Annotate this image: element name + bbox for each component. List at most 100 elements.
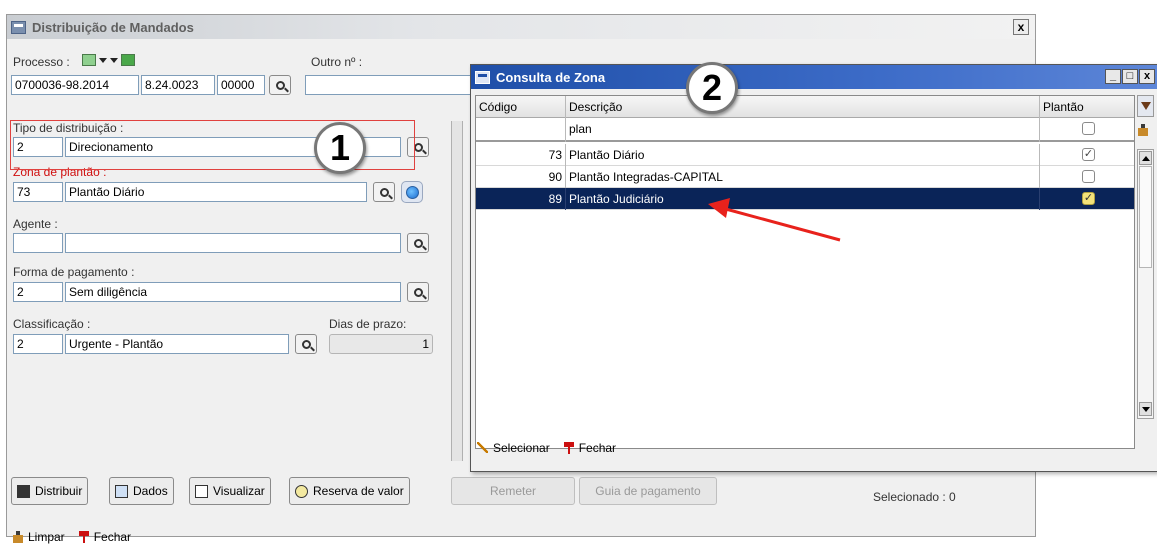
zona-grid: Código Descrição Plantão plan 73 Plantão…: [475, 95, 1135, 449]
data-icon: [115, 484, 128, 498]
process-type-icon[interactable]: [82, 54, 96, 66]
row-codigo: 73: [476, 144, 566, 166]
classificacao-search-button[interactable]: [295, 334, 317, 354]
column-header-codigo[interactable]: Código: [476, 96, 566, 118]
fechar-button[interactable]: Fechar: [78, 530, 132, 544]
preview-icon: [195, 484, 208, 498]
visualizar-button[interactable]: Visualizar: [189, 477, 271, 505]
row-descricao: Plantão Integradas-CAPITAL: [566, 166, 1040, 188]
outro-numero-field[interactable]: [305, 75, 471, 95]
money-icon: [295, 484, 308, 498]
filter-descricao[interactable]: plan: [566, 118, 1040, 142]
agente-field[interactable]: [65, 233, 401, 253]
chevron-down-icon[interactable]: [110, 57, 118, 63]
processo-field-3[interactable]: 00000: [217, 75, 265, 95]
scroll-down-arrow[interactable]: [1139, 402, 1152, 416]
main-titlebar: Distribuição de Mandados x: [7, 15, 1035, 39]
agente-search-button[interactable]: [407, 233, 429, 253]
dialog-title: Consulta de Zona: [496, 69, 606, 85]
chevron-down-icon[interactable]: [99, 57, 107, 63]
selecionar-label: Selecionar: [493, 441, 550, 455]
processo-search-button[interactable]: [269, 75, 291, 95]
forma-pagamento-field[interactable]: Sem diligência: [65, 282, 401, 302]
plantao-checkbox-checked[interactable]: ✓: [1082, 148, 1095, 161]
classificacao-field[interactable]: Urgente - Plantão: [65, 334, 289, 354]
consulta-zona-dialog: Consulta de Zona _ □ x Código Descrição …: [470, 64, 1157, 472]
distribuir-button[interactable]: Distribuir: [11, 477, 89, 505]
row-codigo: 89: [476, 188, 566, 210]
filter-plantao[interactable]: [1040, 118, 1134, 142]
filter-icon[interactable]: [1137, 95, 1154, 117]
minimize-button[interactable]: _: [1105, 69, 1121, 84]
row-descricao: Plantão Diário: [566, 144, 1040, 166]
annotation-badge-2: 2: [686, 62, 738, 114]
pin-icon: [78, 531, 89, 543]
close-window-button[interactable]: x: [1013, 19, 1029, 35]
dialog-fechar-button[interactable]: Fechar: [563, 441, 617, 455]
filter-codigo[interactable]: [476, 118, 566, 142]
remeter-button[interactable]: Remeter: [451, 477, 575, 505]
forma-pagamento-code[interactable]: 2: [13, 282, 63, 302]
reserva-valor-button[interactable]: Reserva de valor: [289, 477, 410, 505]
close-dialog-button[interactable]: x: [1139, 69, 1155, 84]
zona-plantao-field[interactable]: Plantão Diário: [65, 182, 367, 202]
distribuir-label: Distribuir: [35, 484, 83, 498]
fechar-label: Fechar: [93, 530, 132, 544]
outro-numero-label: Outro nº :: [311, 55, 363, 69]
column-header-descricao[interactable]: Descrição: [566, 96, 1040, 118]
row-codigo: 90: [476, 166, 566, 188]
table-row[interactable]: 73 Plantão Diário ✓: [476, 144, 1134, 166]
scroll-up-arrow[interactable]: [1139, 151, 1152, 165]
vertical-scrollbar[interactable]: [1137, 149, 1154, 419]
plantao-checkbox[interactable]: [1082, 170, 1095, 183]
agente-code[interactable]: [13, 233, 63, 253]
processo-toolbar: [82, 54, 135, 66]
visualizar-label: Visualizar: [213, 484, 265, 498]
dias-prazo-field[interactable]: 1: [329, 334, 433, 354]
limpar-button[interactable]: Limpar: [13, 530, 65, 544]
maximize-button[interactable]: □: [1122, 69, 1138, 84]
column-header-plantao[interactable]: Plantão: [1040, 96, 1134, 118]
window-icon: [475, 70, 490, 84]
scroll-thumb[interactable]: [1139, 166, 1152, 268]
panel-splitter[interactable]: [451, 121, 463, 461]
eraser-icon: [13, 531, 23, 543]
row-plantao: [1040, 166, 1134, 188]
dialog-window-buttons: _ □ x: [1105, 69, 1155, 84]
dados-button[interactable]: Dados: [109, 477, 174, 505]
zona-plantao-search-button[interactable]: [373, 182, 395, 202]
pointer-arrow-icon: [708, 198, 841, 242]
dialog-footer: Selecionar Fechar: [477, 441, 616, 455]
clear-filter-icon[interactable]: [1137, 119, 1154, 141]
filter-plantao-checkbox[interactable]: [1082, 122, 1095, 135]
guia-pagamento-button[interactable]: Guia de pagamento: [579, 477, 717, 505]
dialog-fechar-label: Fechar: [578, 441, 617, 455]
dados-label: Dados: [133, 484, 168, 498]
window-icon: [11, 20, 26, 34]
selecionar-button[interactable]: Selecionar: [477, 441, 550, 455]
forma-pagamento-search-button[interactable]: [407, 282, 429, 302]
reserva-valor-label: Reserva de valor: [313, 484, 404, 498]
wand-icon: [477, 442, 488, 453]
grid-header: Código Descrição Plantão: [476, 96, 1134, 118]
search-icon: [275, 80, 285, 90]
annotation-badge-1: 1: [314, 122, 366, 174]
search-icon: [413, 287, 423, 297]
processo-field-1[interactable]: 0700036-98.2014: [11, 75, 139, 95]
zona-plantao-globe-button[interactable]: [401, 181, 423, 203]
search-icon: [413, 238, 423, 248]
filter-row: plan: [476, 118, 1134, 142]
table-row[interactable]: 90 Plantão Integradas-CAPITAL: [476, 166, 1134, 188]
row-plantao: ✓: [1040, 144, 1134, 166]
process-status-icon[interactable]: [121, 54, 135, 66]
search-icon: [379, 187, 389, 197]
forma-pagamento-label: Forma de pagamento :: [13, 265, 135, 279]
guia-pagamento-label: Guia de pagamento: [595, 484, 701, 498]
limpar-label: Limpar: [28, 530, 65, 544]
processo-field-2[interactable]: 8.24.0023: [141, 75, 215, 95]
zona-plantao-code[interactable]: 73: [13, 182, 63, 202]
dialog-titlebar: Consulta de Zona _ □ x: [471, 65, 1157, 89]
classificacao-code[interactable]: 2: [13, 334, 63, 354]
search-icon: [301, 339, 311, 349]
plantao-checkbox-checked[interactable]: ✓: [1082, 192, 1095, 205]
